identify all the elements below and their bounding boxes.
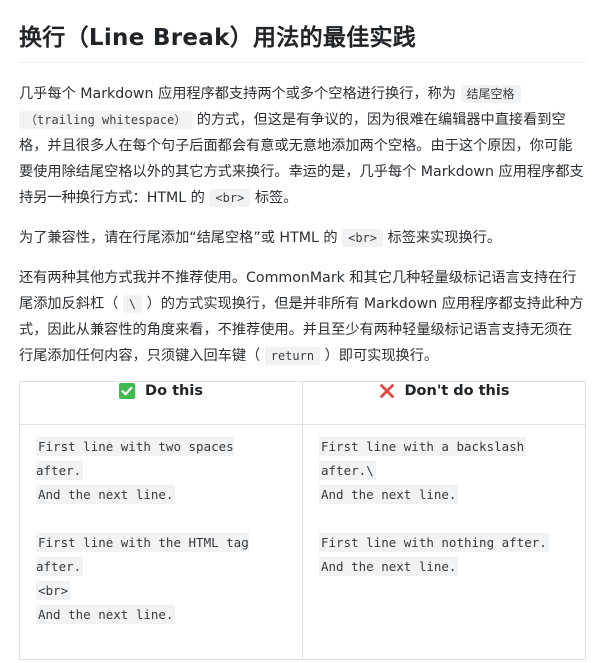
article: 换行（Line Break）用法的最佳实践 几乎每个 Markdown 应用程序… xyxy=(0,0,605,660)
do-this-cell: First line with two spaces after. And th… xyxy=(19,424,303,660)
inline-code-backslash: \ xyxy=(122,295,143,313)
inline-code-trailing-spaces: 结尾空格 xyxy=(460,85,521,103)
para1-text-3: 标签。 xyxy=(254,190,298,206)
cross-mark-icon xyxy=(379,383,395,399)
code-line: And the next line. xyxy=(36,485,176,504)
paragraph-trailing-whitespace: 几乎每个 Markdown 应用程序都支持两个或多个空格进行换行，称为 结尾空格… xyxy=(19,81,586,211)
para2-text-1: 为了兼容性，请在行尾添加“结尾空格”或 HTML 的 xyxy=(19,230,338,246)
inline-code-trailing-whitespace: （trailing whitespace） xyxy=(19,111,193,129)
page-title: 换行（Line Break）用法的最佳实践 xyxy=(19,16,586,63)
paragraph-other-methods: 还有两种其他方式我并不推荐使用。CommonMark 和其它几种轻量级标记语言支… xyxy=(19,265,586,369)
do-this-header: Do this xyxy=(19,381,303,425)
code-line: And the next line. xyxy=(319,485,459,504)
code-line: First line with two spaces after. xyxy=(36,437,234,480)
inline-code-br-tag: <br> xyxy=(209,189,251,207)
table-row: First line with two spaces after. And th… xyxy=(19,424,586,660)
code-line: after.\ xyxy=(319,461,376,480)
inline-code-return: return xyxy=(264,347,321,365)
code-line: <br> xyxy=(36,581,71,600)
comparison-table: Do this Don't do this First line with tw… xyxy=(19,381,586,660)
check-mark-icon xyxy=(119,383,136,399)
inline-code-br-tag-2: <br> xyxy=(342,229,383,247)
do-this-label: Do this xyxy=(145,383,203,399)
table-header-row: Do this Don't do this xyxy=(19,381,586,425)
do-code-block: First line with two spaces after. And th… xyxy=(36,435,286,627)
dont-do-this-cell: First line with a backslash after.\ And … xyxy=(302,424,586,660)
dont-do-this-header: Don't do this xyxy=(302,381,586,425)
dont-do-this-label: Don't do this xyxy=(404,383,510,399)
code-line: First line with a backslash xyxy=(319,437,527,456)
code-line: And the next line. xyxy=(36,605,176,624)
paragraph-compatibility: 为了兼容性，请在行尾添加“结尾空格”或 HTML 的 <br> 标签来实现换行。 xyxy=(19,225,586,251)
code-line: First line with nothing after. xyxy=(319,533,549,552)
code-line: First line with the HTML tag after. xyxy=(36,533,249,576)
dont-code-block: First line with a backslash after.\ And … xyxy=(319,435,569,579)
code-line: And the next line. xyxy=(319,557,459,576)
para1-text-1: 几乎每个 Markdown 应用程序都支持两个或多个空格进行换行，称为 xyxy=(19,86,456,102)
para2-text-2: 标签来实现换行。 xyxy=(387,230,502,246)
para3-text-3: ）即可实现换行。 xyxy=(324,348,439,364)
